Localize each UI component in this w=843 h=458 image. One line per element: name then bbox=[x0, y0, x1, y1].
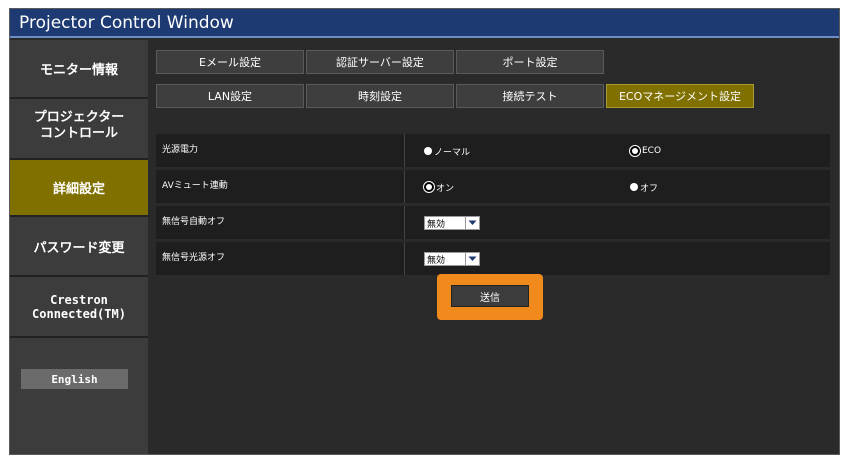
sidebar: モニター情報 プロジェクター コントロール 詳細設定 パスワード変更 Crest… bbox=[10, 40, 148, 454]
tab-connection-test[interactable]: 接続テスト bbox=[456, 84, 604, 108]
nav-change-password[interactable]: パスワード変更 bbox=[10, 217, 148, 277]
nav-change-password-label: パスワード変更 bbox=[33, 240, 125, 256]
settings-row-no-signal-auto-off: 無信号自動オフ 無効 bbox=[156, 206, 830, 239]
nav-projector-control[interactable]: プロジェクター コントロール bbox=[10, 99, 148, 160]
tab-email-settings[interactable]: Eメール設定 bbox=[156, 50, 304, 74]
radio-checked-icon bbox=[424, 182, 434, 192]
nav-projector-control-label: プロジェクター コントロール bbox=[33, 109, 125, 141]
submit-highlight: 送信 bbox=[437, 274, 543, 320]
av-mute-on-radio[interactable]: オン bbox=[424, 181, 455, 194]
chevron-down-icon bbox=[465, 253, 479, 265]
light-power-eco-radio[interactable]: ECO bbox=[630, 145, 661, 157]
light-power-label: 光源電力 bbox=[162, 145, 199, 155]
nav-advanced-settings[interactable]: 詳細設定 bbox=[10, 160, 148, 217]
tab-auth-server-settings[interactable]: 認証サーバー設定 bbox=[306, 50, 454, 74]
light-power-normal-label: ノーマル bbox=[434, 147, 471, 158]
row-divider bbox=[404, 134, 405, 167]
nav-crestron-connected[interactable]: Crestron Connected(TM) bbox=[10, 277, 148, 338]
nav-advanced-settings-label: 詳細設定 bbox=[52, 182, 105, 197]
nav-monitor-info[interactable]: モニター情報 bbox=[10, 40, 148, 99]
no-signal-auto-off-value: 無効 bbox=[427, 219, 446, 230]
tab-eco-management-settings[interactable]: ECOマネージメント設定 bbox=[606, 84, 754, 108]
row-divider bbox=[404, 242, 405, 275]
av-mute-on-label: オン bbox=[436, 183, 455, 194]
no-signal-auto-off-select[interactable]: 無効 bbox=[424, 216, 480, 230]
row-divider bbox=[404, 170, 405, 203]
settings-row-no-signal-light-off: 無信号光源オフ 無効 bbox=[156, 242, 830, 275]
submit-button[interactable]: 送信 bbox=[451, 285, 529, 307]
tab-port-settings[interactable]: ポート設定 bbox=[456, 50, 604, 74]
english-button[interactable]: English bbox=[21, 369, 128, 389]
av-mute-off-radio[interactable]: オフ bbox=[630, 181, 659, 194]
no-signal-auto-off-label: 無信号自動オフ bbox=[162, 217, 226, 227]
nav-crestron-connected-label: Crestron Connected(TM) bbox=[32, 292, 126, 321]
light-power-eco-label: ECO bbox=[642, 146, 662, 156]
no-signal-light-off-label: 無信号光源オフ bbox=[162, 253, 226, 263]
row-divider bbox=[404, 206, 405, 239]
tab-time-settings[interactable]: 時刻設定 bbox=[306, 84, 454, 108]
settings-row-light-power: 光源電力 ノーマル ECO bbox=[156, 134, 830, 167]
projector-control-window: Projector Control Window モニター情報 プロジェクター … bbox=[9, 8, 840, 455]
radio-unchecked-icon bbox=[630, 183, 638, 191]
nav-monitor-info-label: モニター情報 bbox=[39, 63, 118, 78]
tab-lan-settings[interactable]: LAN設定 bbox=[156, 84, 304, 108]
no-signal-light-off-select[interactable]: 無効 bbox=[424, 252, 480, 266]
settings-row-av-mute: AVミュート連動 オン オフ bbox=[156, 170, 830, 203]
radio-unchecked-icon bbox=[424, 147, 432, 155]
av-mute-off-label: オフ bbox=[640, 183, 659, 194]
av-mute-label: AVミュート連動 bbox=[162, 181, 228, 191]
no-signal-light-off-value: 無効 bbox=[427, 255, 446, 266]
light-power-normal-radio[interactable]: ノーマル bbox=[424, 145, 471, 158]
radio-checked-icon bbox=[630, 146, 640, 156]
chevron-down-icon bbox=[465, 217, 479, 229]
window-title: Projector Control Window bbox=[10, 9, 839, 38]
